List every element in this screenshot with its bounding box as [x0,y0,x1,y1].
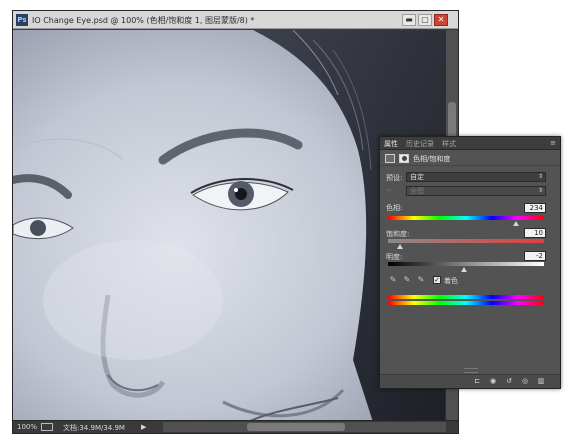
channel-dropdown[interactable]: 全图 ⇕ [406,186,546,196]
output-spectrum-bar [388,301,544,305]
clip-icon[interactable]: ⊏ [472,377,482,386]
hue-label: 色相: [386,204,403,212]
reset-icon[interactable]: ↺ [504,377,514,386]
document-titlebar[interactable]: Ps IO Change Eye.psd @ 100% (色相/饱和度 1, 图… [13,11,458,29]
close-button[interactable]: ✕ [434,14,448,26]
chevron-down-icon: ⇕ [537,173,543,180]
doc-info: 文档:34.9M/34.9M [63,424,125,432]
photoshop-logo-icon: Ps [16,14,28,26]
preset-label: 预设: [386,174,403,182]
zoom-level[interactable]: 100% [17,423,37,431]
visibility-icon[interactable]: ◎ [520,377,530,386]
tab-history[interactable]: 历史记录 [406,139,434,149]
hue-slider-handle[interactable] [512,221,519,226]
channel-value: 全图 [410,187,424,195]
colorize-checkbox[interactable]: ✓ [433,276,441,284]
lightness-label: 明度: [386,253,403,261]
saturation-gradient-bar [388,239,544,243]
eye-preview-icon[interactable]: ◉ [488,377,498,386]
saturation-slider-handle[interactable] [397,244,404,249]
hue-gradient-bar [388,216,544,220]
status-bar: 100% 文档:34.9M/34.9M ▶ [13,420,458,433]
saturation-input[interactable]: 10 [524,228,546,238]
lightness-slider-handle[interactable] [461,267,468,272]
maximize-button[interactable]: ▢ [418,14,432,26]
input-spectrum-bar [388,295,544,299]
saturation-label: 饱和度: [386,230,410,238]
hue-input[interactable]: 234 [524,203,546,213]
adjustment-title: 色相/饱和度 [413,155,451,163]
document-title: IO Change Eye.psd @ 100% (色相/饱和度 1, 图层蒙版… [32,16,255,25]
tab-properties[interactable]: 属性 [384,139,398,149]
lightness-input[interactable]: -2 [524,251,546,261]
lightness-gradient-bar [388,262,544,266]
chevron-down-icon: ⇕ [537,187,543,194]
colorize-label: 着色 [444,277,458,285]
panel-footer: ⊏ ◉ ↺ ◎ ▥ [380,368,560,388]
panel-tabs: 属性 历史记录 样式 ≡ [380,137,560,150]
layer-mask-icon[interactable] [399,154,409,163]
eyedropper-icon[interactable]: ✎ [388,275,398,285]
eyedropper-minus-icon[interactable]: ✎ [416,275,426,285]
panel-menu-icon[interactable]: ≡ [550,139,556,147]
targeted-adjust-hand-icon[interactable]: ☜ [386,187,392,195]
eyedropper-plus-icon[interactable]: ✎ [402,275,412,285]
preset-value: 自定 [410,173,424,181]
tab-styles[interactable]: 样式 [442,139,456,149]
status-menu-arrow-icon[interactable]: ▶ [141,423,146,431]
adjustment-layer-icon [385,154,395,163]
properties-panel: 属性 历史记录 样式 ≡ 色相/饱和度 预设: 自定 ⇕ ☜ 全图 ⇕ 色相: … [379,136,561,389]
adjustment-header: 色相/饱和度 [380,151,560,166]
preset-dropdown[interactable]: 自定 ⇕ [406,172,546,182]
horizontal-scroll-thumb[interactable] [247,423,345,431]
minimize-button[interactable]: ▬ [402,14,416,26]
trash-icon[interactable]: ▥ [536,377,546,386]
horizontal-scrollbar[interactable] [163,422,446,432]
share-icon[interactable] [41,423,53,431]
panel-resize-grip[interactable] [464,368,478,373]
